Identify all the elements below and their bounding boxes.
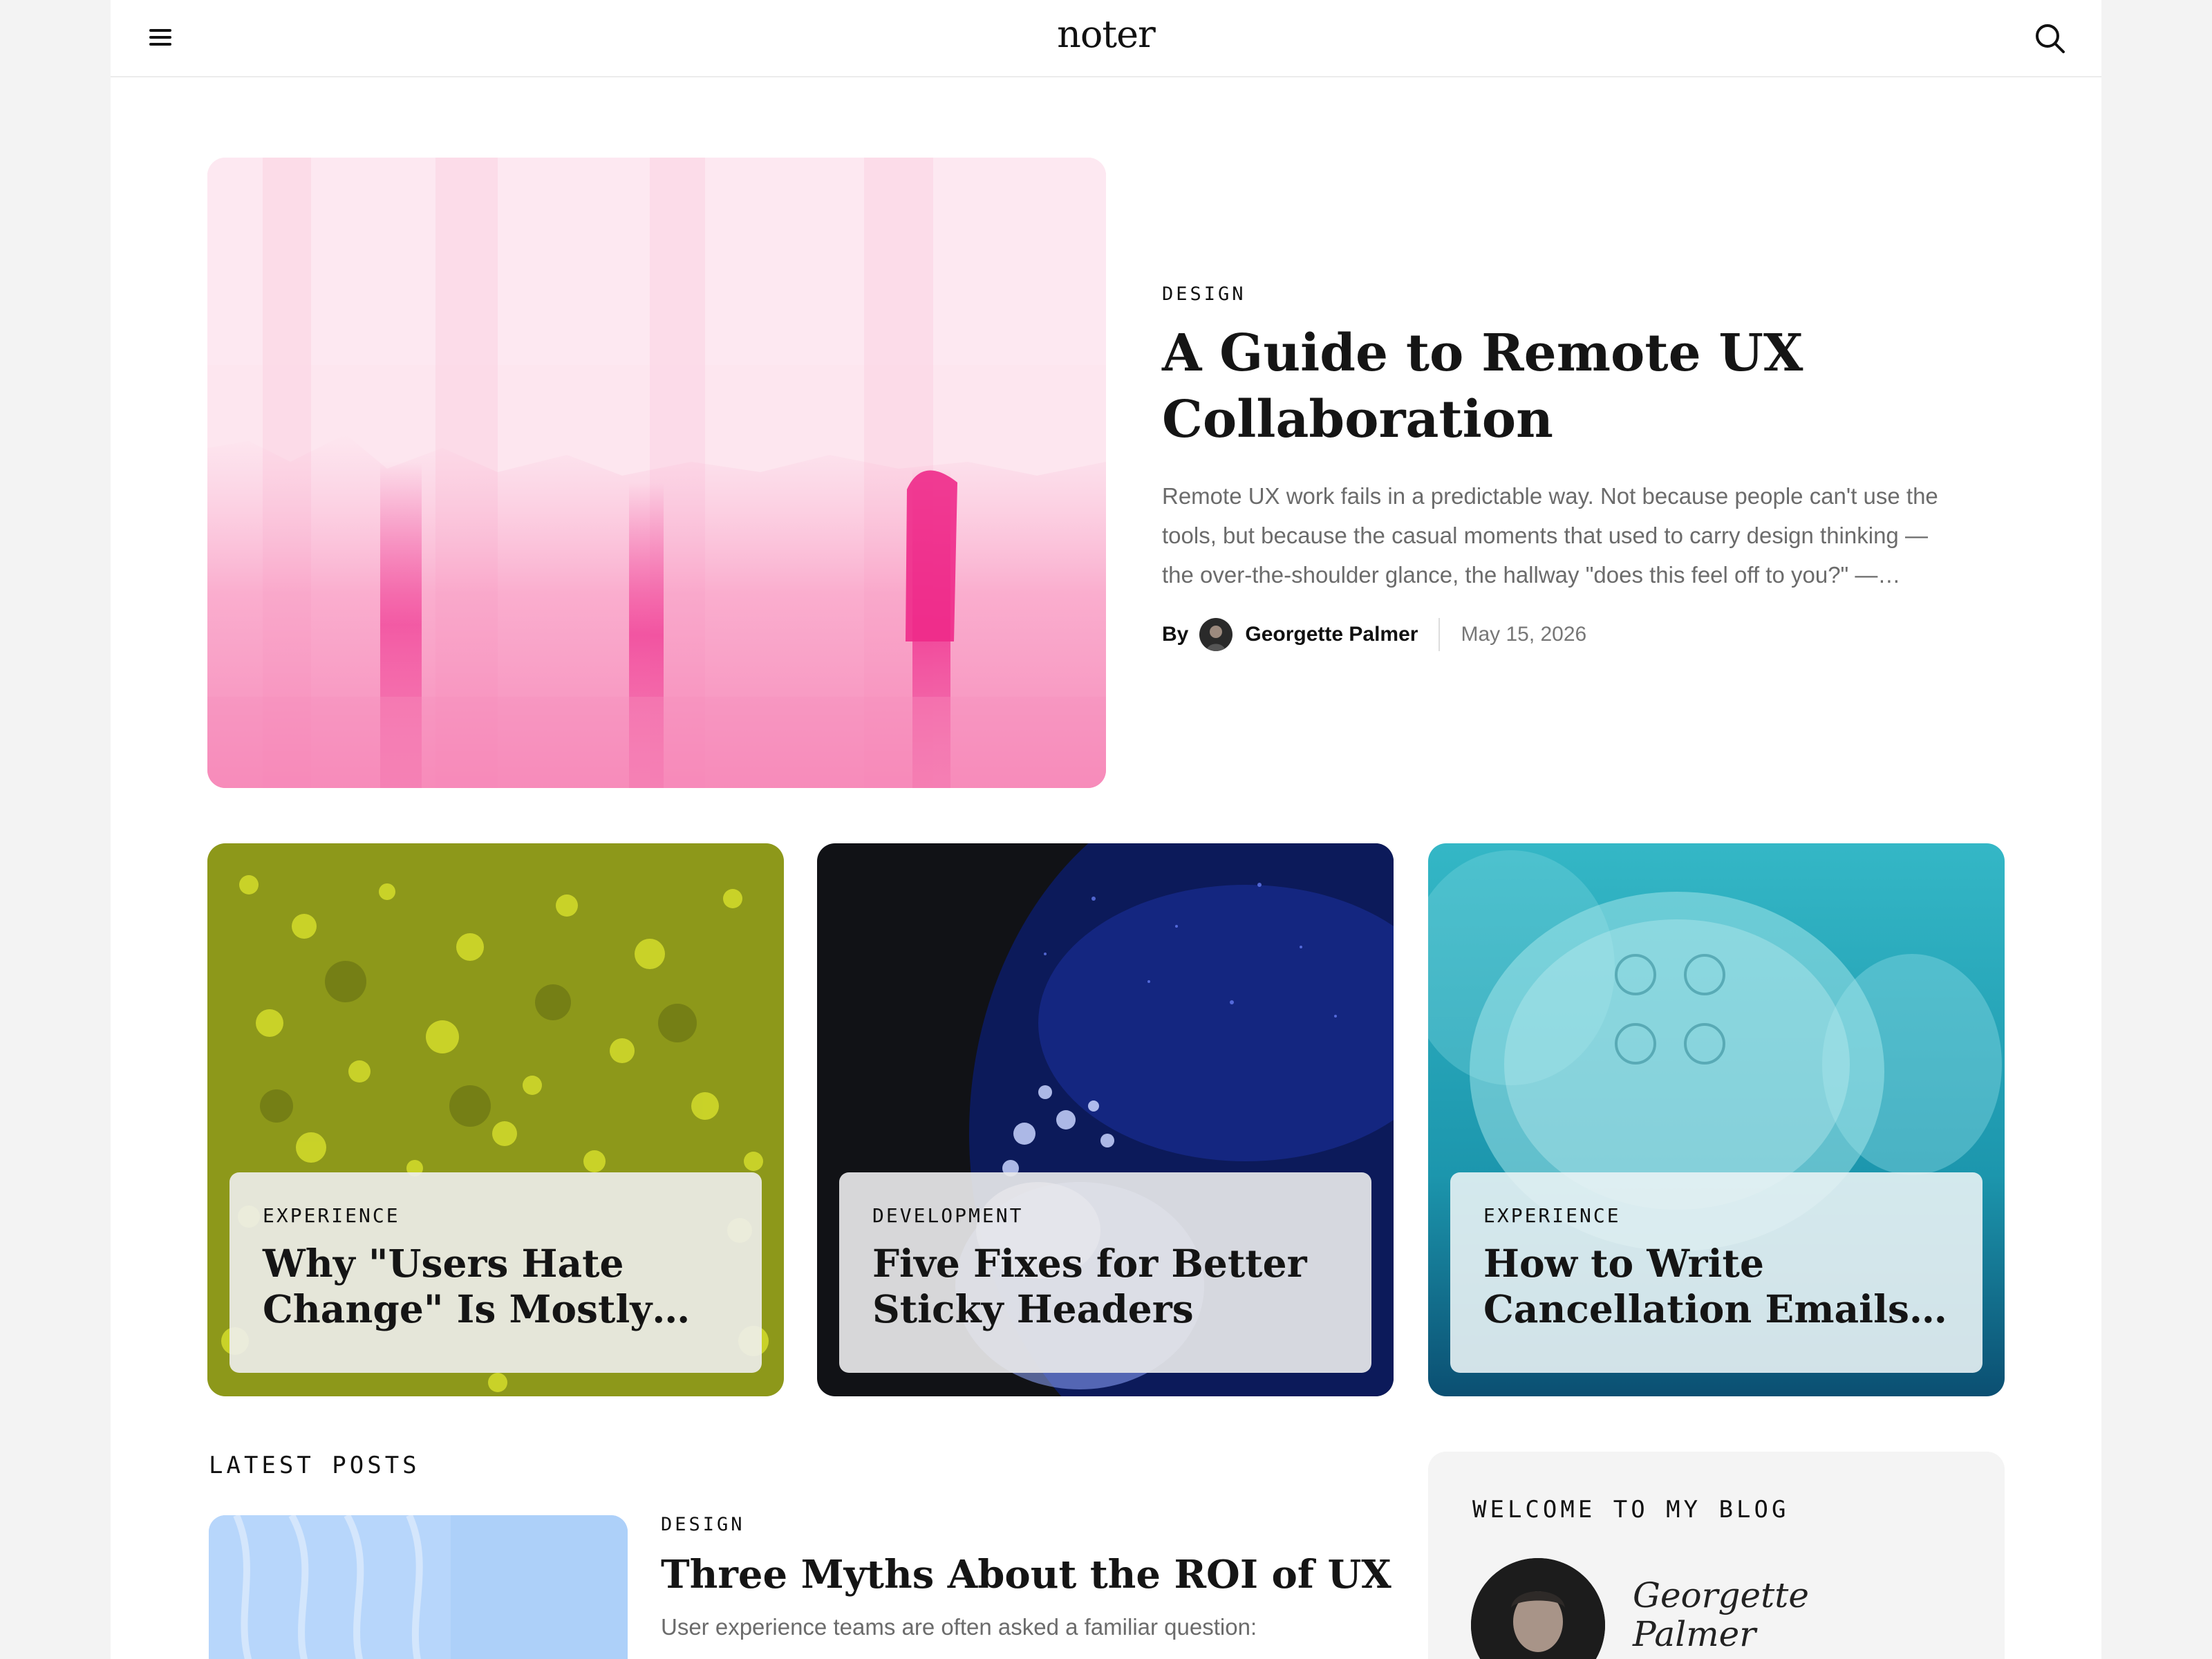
card-panel: EXPERIENCE How to Write Cancellation Ema…: [1450, 1172, 1983, 1373]
featured-card[interactable]: EXPERIENCE Why "Users Hate Change" Is Mo…: [207, 843, 784, 1396]
meta-divider: [1438, 618, 1441, 651]
author-name[interactable]: Georgette Palmer: [1245, 623, 1418, 646]
search-icon[interactable]: [2032, 21, 2068, 57]
card-title[interactable]: How to Write Cancellation Emails…: [1483, 1241, 1949, 1332]
by-label: By: [1162, 623, 1189, 646]
card-panel: EXPERIENCE Why "Users Hate Change" Is Mo…: [229, 1172, 762, 1373]
hero-article: DESIGN A Guide to Remote UX Collaboratio…: [1162, 283, 1964, 654]
post-title[interactable]: Three Myths About the ROI of UX: [661, 1550, 1421, 1599]
hero-image[interactable]: [207, 158, 1106, 788]
card-category[interactable]: EXPERIENCE: [263, 1204, 729, 1227]
site-logo[interactable]: noter: [111, 12, 2101, 56]
sidebar-title: WELCOME TO MY BLOG: [1472, 1496, 1790, 1524]
card-category[interactable]: DEVELOPMENT: [872, 1204, 1338, 1227]
card-panel: DEVELOPMENT Five Fixes for Better Sticky…: [839, 1172, 1371, 1373]
post-excerpt: User experience teams are often asked a …: [661, 1614, 1257, 1640]
author-avatar-large[interactable]: [1471, 1558, 1605, 1659]
site-header: noter: [111, 0, 2101, 77]
hero-meta: By Georgette Palmer May 15, 2026: [1162, 615, 1964, 654]
latest-post: DESIGN Three Myths About the ROI of UX U…: [661, 1514, 1421, 1644]
post-date: May 15, 2026: [1461, 623, 1587, 646]
card-category[interactable]: EXPERIENCE: [1483, 1204, 1949, 1227]
post-category[interactable]: DESIGN: [661, 1514, 1421, 1535]
post-thumbnail[interactable]: [209, 1515, 628, 1659]
page: noter DESIGN A Guide to Remote UX Collab…: [111, 0, 2101, 1659]
card-title[interactable]: Why "Users Hate Change" Is Mostly…: [263, 1241, 729, 1332]
featured-card[interactable]: EXPERIENCE How to Write Cancellation Ema…: [1428, 843, 2005, 1396]
hero-excerpt: Remote UX work fails in a predictable wa…: [1162, 483, 1938, 588]
featured-card[interactable]: DEVELOPMENT Five Fixes for Better Sticky…: [817, 843, 1394, 1396]
welcome-sidebar: WELCOME TO MY BLOG Georgette Palmer: [1428, 1452, 2005, 1659]
card-title[interactable]: Five Fixes for Better Sticky Headers: [872, 1241, 1338, 1332]
author-avatar[interactable]: [1199, 618, 1233, 651]
hero-title[interactable]: A Guide to Remote UX Collaboration: [1162, 320, 1964, 453]
latest-posts-heading: LATEST POSTS: [209, 1452, 420, 1479]
sidebar-author-name[interactable]: Georgette Palmer: [1633, 1576, 1840, 1653]
hero-category[interactable]: DESIGN: [1162, 283, 1964, 305]
